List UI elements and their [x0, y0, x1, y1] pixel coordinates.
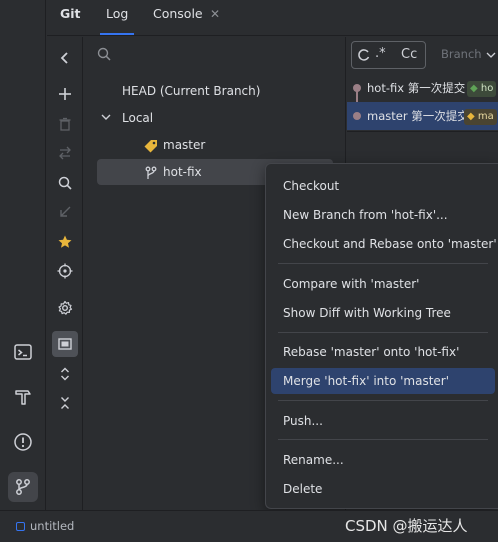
refresh-icon[interactable]	[357, 48, 371, 62]
commit-message: master 第一次提交	[367, 109, 469, 123]
target-icon[interactable]	[52, 258, 78, 284]
left-tool-window-bar	[0, 0, 46, 510]
search-icon[interactable]	[96, 46, 112, 62]
menu-separator	[278, 332, 488, 333]
git-branch-icon[interactable]	[8, 472, 38, 502]
close-icon[interactable]: ✕	[210, 0, 220, 36]
search-icon[interactable]	[52, 170, 78, 196]
branches-toolbar	[47, 37, 83, 510]
match-case-toggle[interactable]: Cc	[401, 47, 417, 62]
branch-row-master[interactable]: master	[140, 132, 330, 158]
tree-local-group[interactable]: Local	[122, 105, 153, 131]
tag-icon: ◆	[470, 82, 478, 94]
chevron-left-icon[interactable]	[52, 45, 78, 71]
trash-icon[interactable]	[52, 111, 78, 137]
tree-head[interactable]: HEAD (Current Branch)	[122, 78, 260, 104]
menu-separator	[278, 439, 488, 440]
menu-item-checkout-rebase[interactable]: Checkout and Rebase onto 'master'	[271, 231, 497, 257]
tag-icon: ◆	[467, 110, 475, 122]
status-bar: untitled CSDN @搬运达人	[0, 510, 498, 542]
chevron-down-icon[interactable]	[100, 111, 112, 123]
collapse-icon[interactable]	[52, 390, 78, 416]
menu-item-merge[interactable]: Merge 'hot-fix' into 'master'	[271, 368, 495, 394]
build-hammer-icon[interactable]	[8, 382, 38, 412]
menu-item-new-branch[interactable]: New Branch from 'hot-fix'...	[271, 202, 495, 228]
menu-separator	[278, 400, 488, 401]
gear-icon[interactable]	[52, 295, 78, 321]
tag-icon	[143, 137, 159, 153]
commit-row[interactable]: hot-fix 第一次提交 ◆ ho	[347, 74, 498, 102]
menu-item-rename[interactable]: Rename...	[271, 447, 495, 473]
branch-label: hot-fix	[163, 165, 202, 179]
terminal-icon[interactable]	[8, 337, 38, 367]
branch-icon	[143, 164, 159, 180]
commit-node	[353, 84, 361, 92]
group-icon[interactable]	[52, 331, 78, 357]
commit-row[interactable]: master 第一次提交 ◆ ma	[347, 102, 498, 130]
commit-message: hot-fix 第一次提交	[367, 81, 466, 95]
menu-item-compare[interactable]: Compare with 'master'	[271, 271, 495, 297]
expand-icon[interactable]	[52, 361, 78, 387]
menu-separator	[278, 263, 488, 264]
update-icon[interactable]	[52, 140, 78, 166]
branch-label: master	[163, 138, 206, 152]
tab-console[interactable]: Console	[153, 0, 203, 36]
menu-item-rebase[interactable]: Rebase 'master' onto 'hot-fix'	[271, 339, 495, 365]
log-filter-field[interactable]: .* Cc	[351, 41, 426, 69]
tool-window-title: Git	[60, 6, 81, 21]
menu-item-checkout[interactable]: Checkout	[271, 173, 495, 199]
chevron-down-icon[interactable]	[485, 49, 497, 61]
tool-window-header: Git Log Console ✕	[47, 0, 498, 36]
problems-icon[interactable]	[8, 427, 38, 457]
watermark: CSDN @搬运达人	[345, 517, 468, 535]
branch-context-menu: Checkout New Branch from 'hot-fix'... Ch…	[265, 163, 498, 509]
merge-icon[interactable]	[52, 199, 78, 225]
plus-icon[interactable]	[52, 81, 78, 107]
commit-node	[353, 112, 361, 120]
tab-log[interactable]: Log	[99, 0, 135, 36]
regex-toggle[interactable]: .*	[375, 46, 386, 61]
ref-tag: ◆ ma	[464, 102, 497, 130]
star-icon[interactable]	[52, 229, 78, 255]
menu-item-show-diff[interactable]: Show Diff with Working Tree	[271, 300, 495, 326]
divider	[347, 131, 498, 132]
project-name[interactable]: untitled	[30, 519, 74, 533]
menu-item-delete[interactable]: Delete	[271, 476, 495, 502]
ref-tag: ◆ ho	[467, 74, 497, 102]
menu-item-push[interactable]: Push...	[271, 408, 495, 434]
project-icon	[16, 522, 25, 531]
branch-filter-label[interactable]: Branch	[441, 47, 482, 61]
